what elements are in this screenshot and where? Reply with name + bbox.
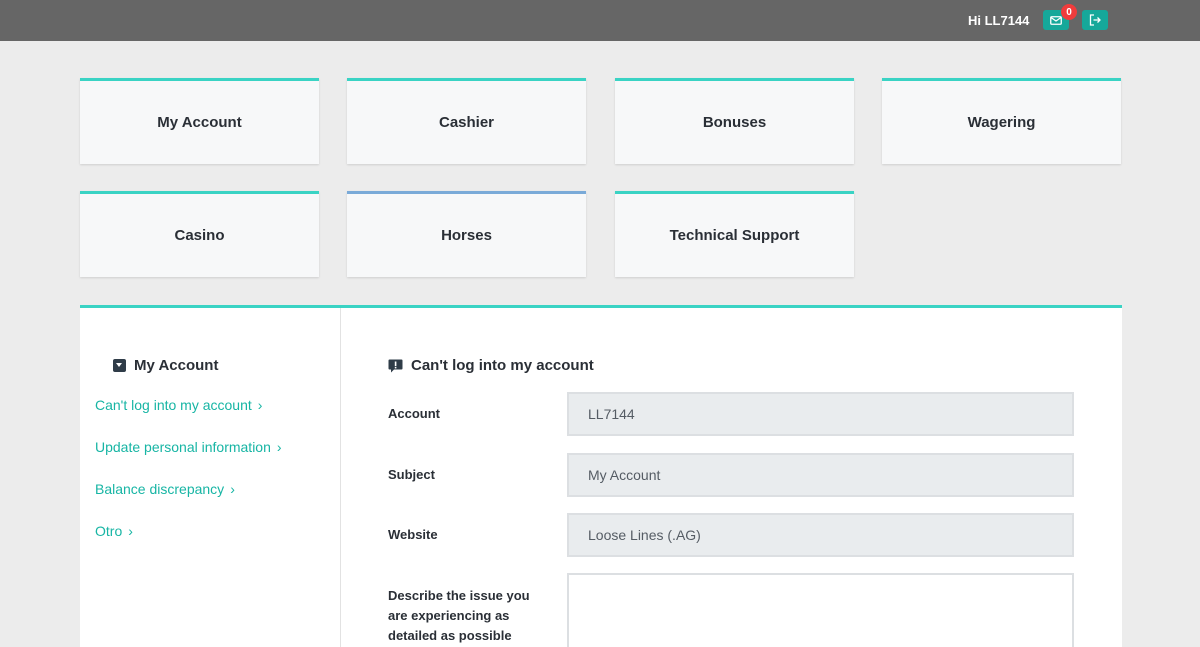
tile-my-account[interactable]: My Account [80,78,319,164]
logout-icon [1089,14,1101,26]
chevron-right-icon: › [276,439,282,455]
support-panel: My Account Can't log into my account › Up… [80,305,1122,647]
description-label: Describe the issue you are experiencing … [388,588,530,643]
logout-button[interactable] [1082,10,1108,30]
sidebar-link-label: Can't log into my account [95,397,252,413]
tile-wagering[interactable]: Wagering [882,78,1121,164]
sidebar-link-otro[interactable]: Otro › [95,523,133,539]
account-field[interactable]: LL7144 [567,392,1074,436]
message-count-badge: 0 [1061,4,1077,20]
form-heading: Can't log into my account [388,357,594,374]
tile-cashier[interactable]: Cashier [347,78,586,164]
sidebar-link-label: Balance discrepancy [95,481,225,497]
top-bar: Hi LL7144 0 [0,0,1200,41]
caret-down-icon [113,359,126,372]
subject-field[interactable]: My Account [567,453,1074,497]
sidebar-title: My Account [134,357,219,374]
sidebar-link-update-personal-info[interactable]: Update personal information › [95,439,282,455]
tile-casino[interactable]: Casino [80,191,319,277]
tile-technical-support[interactable]: Technical Support [615,191,854,277]
website-field[interactable]: Loose Lines (.AG) [567,513,1074,557]
user-greeting: Hi LL7144 [968,13,1030,28]
chevron-right-icon: › [128,523,133,539]
sidebar-link-label: Otro [95,523,123,539]
sidebar-link-balance-discrepancy[interactable]: Balance discrepancy › [95,481,235,497]
website-label: Website [388,527,438,542]
account-label: Account [388,406,440,421]
alert-message-icon [388,359,403,372]
description-textarea[interactable] [567,573,1074,647]
sidebar-link-cant-log-in[interactable]: Can't log into my account › [95,397,262,413]
sidebar-heading: My Account [113,357,218,374]
sidebar: My Account Can't log into my account › Up… [80,308,341,647]
mail-icon [1050,15,1062,25]
tile-bonuses[interactable]: Bonuses [615,78,854,164]
chevron-right-icon: › [257,397,263,413]
subject-label: Subject [388,467,435,482]
form-title: Can't log into my account [411,357,594,374]
sidebar-link-label: Update personal information [95,439,271,455]
chevron-right-icon: › [230,481,235,497]
tile-horses[interactable]: Horses [347,191,586,277]
